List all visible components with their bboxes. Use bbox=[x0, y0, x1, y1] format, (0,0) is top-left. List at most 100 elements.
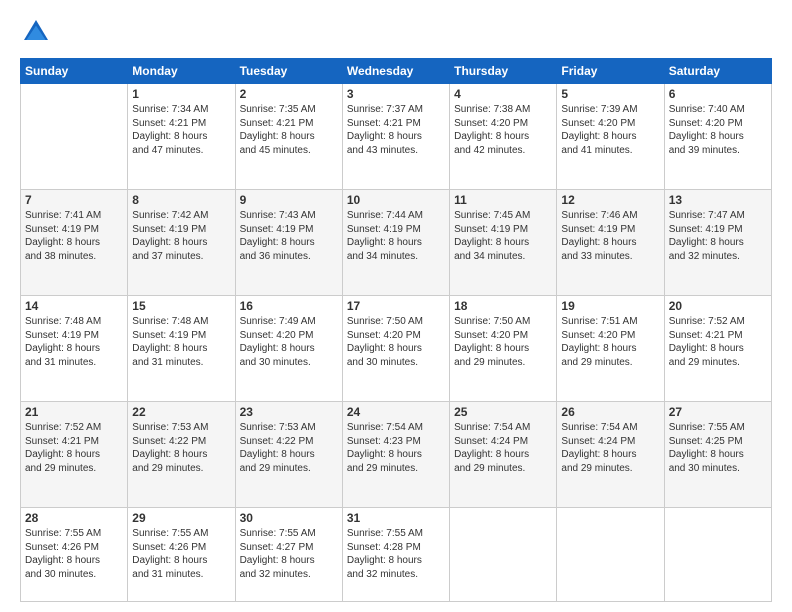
day-number: 12 bbox=[561, 193, 659, 207]
day-number: 7 bbox=[25, 193, 123, 207]
calendar-cell: 6 Sunrise: 7:40 AMSunset: 4:20 PMDaylight… bbox=[664, 84, 771, 190]
day-number: 13 bbox=[669, 193, 767, 207]
calendar-cell bbox=[664, 508, 771, 602]
calendar-cell: 30 Sunrise: 7:55 AMSunset: 4:27 PMDayligh… bbox=[235, 508, 342, 602]
weekday-header-thursday: Thursday bbox=[450, 59, 557, 84]
calendar-cell: 1Sunrise: 7:34 AMSunset: 4:21 PMDaylight… bbox=[128, 84, 235, 190]
day-info: Sunrise: 7:37 AMSunset: 4:21 PMDaylight:… bbox=[347, 103, 445, 157]
day-number: 16 bbox=[240, 299, 338, 313]
day-number: 2 bbox=[240, 87, 338, 101]
day-number: 10 bbox=[347, 193, 445, 207]
day-number: 8 bbox=[132, 193, 230, 207]
weekday-header-wednesday: Wednesday bbox=[342, 59, 449, 84]
day-info: Sunrise: 7:54 AMSunset: 4:24 PMDaylight:… bbox=[454, 421, 552, 475]
calendar-cell bbox=[21, 84, 128, 190]
weekday-header-friday: Friday bbox=[557, 59, 664, 84]
calendar-cell: 3 Sunrise: 7:37 AMSunset: 4:21 PMDaylight… bbox=[342, 84, 449, 190]
day-info: Sunrise: 7:39 AMSunset: 4:20 PMDaylight:… bbox=[561, 103, 659, 157]
week-row-5: 28 Sunrise: 7:55 AMSunset: 4:26 PMDayligh… bbox=[21, 508, 772, 602]
day-number: 24 bbox=[347, 405, 445, 419]
day-number: 25 bbox=[454, 405, 552, 419]
calendar-cell: 23Sunrise: 7:53 AMSunset: 4:22 PMDayligh… bbox=[235, 402, 342, 508]
day-info: Sunrise: 7:55 AMSunset: 4:27 PMDaylight:… bbox=[240, 527, 338, 581]
day-info: Sunrise: 7:55 AMSunset: 4:28 PMDaylight:… bbox=[347, 527, 445, 581]
calendar-cell: 17 Sunrise: 7:50 AMSunset: 4:20 PMDayligh… bbox=[342, 296, 449, 402]
calendar-cell: 29Sunrise: 7:55 AMSunset: 4:26 PMDayligh… bbox=[128, 508, 235, 602]
day-number: 15 bbox=[132, 299, 230, 313]
header bbox=[20, 16, 772, 48]
calendar-cell: 15 Sunrise: 7:48 AMSunset: 4:19 PMDayligh… bbox=[128, 296, 235, 402]
calendar-cell: 31 Sunrise: 7:55 AMSunset: 4:28 PMDayligh… bbox=[342, 508, 449, 602]
calendar-cell: 8 Sunrise: 7:42 AMSunset: 4:19 PMDaylight… bbox=[128, 190, 235, 296]
day-number: 28 bbox=[25, 511, 123, 525]
week-row-2: 7Sunrise: 7:41 AMSunset: 4:19 PMDaylight… bbox=[21, 190, 772, 296]
day-info: Sunrise: 7:47 AMSunset: 4:19 PMDaylight:… bbox=[669, 209, 767, 263]
day-info: Sunrise: 7:55 AMSunset: 4:26 PMDaylight:… bbox=[25, 527, 123, 581]
day-info: Sunrise: 7:48 AMSunset: 4:19 PMDaylight:… bbox=[25, 315, 123, 369]
day-info: Sunrise: 7:40 AMSunset: 4:20 PMDaylight:… bbox=[669, 103, 767, 157]
day-number: 31 bbox=[347, 511, 445, 525]
day-info: Sunrise: 7:52 AMSunset: 4:21 PMDaylight:… bbox=[25, 421, 123, 475]
day-number: 17 bbox=[347, 299, 445, 313]
calendar-cell: 4 Sunrise: 7:38 AMSunset: 4:20 PMDaylight… bbox=[450, 84, 557, 190]
weekday-header-sunday: Sunday bbox=[21, 59, 128, 84]
day-info: Sunrise: 7:50 AMSunset: 4:20 PMDaylight:… bbox=[347, 315, 445, 369]
calendar-cell: 11 Sunrise: 7:45 AMSunset: 4:19 PMDayligh… bbox=[450, 190, 557, 296]
day-info: Sunrise: 7:49 AMSunset: 4:20 PMDaylight:… bbox=[240, 315, 338, 369]
day-info: Sunrise: 7:43 AMSunset: 4:19 PMDaylight:… bbox=[240, 209, 338, 263]
day-info: Sunrise: 7:38 AMSunset: 4:20 PMDaylight:… bbox=[454, 103, 552, 157]
day-number: 22 bbox=[132, 405, 230, 419]
calendar-cell: 12 Sunrise: 7:46 AMSunset: 4:19 PMDayligh… bbox=[557, 190, 664, 296]
page: SundayMondayTuesdayWednesdayThursdayFrid… bbox=[0, 0, 792, 612]
day-info: Sunrise: 7:53 AMSunset: 4:22 PMDaylight:… bbox=[132, 421, 230, 475]
calendar-cell: 7Sunrise: 7:41 AMSunset: 4:19 PMDaylight… bbox=[21, 190, 128, 296]
logo-icon bbox=[20, 16, 52, 48]
calendar-cell: 22 Sunrise: 7:53 AMSunset: 4:22 PMDayligh… bbox=[128, 402, 235, 508]
calendar-cell: 26Sunrise: 7:54 AMSunset: 4:24 PMDayligh… bbox=[557, 402, 664, 508]
calendar-cell: 25 Sunrise: 7:54 AMSunset: 4:24 PMDayligh… bbox=[450, 402, 557, 508]
calendar-cell: 21 Sunrise: 7:52 AMSunset: 4:21 PMDayligh… bbox=[21, 402, 128, 508]
weekday-header-saturday: Saturday bbox=[664, 59, 771, 84]
logo bbox=[20, 16, 56, 48]
day-info: Sunrise: 7:52 AMSunset: 4:21 PMDaylight:… bbox=[669, 315, 767, 369]
day-number: 3 bbox=[347, 87, 445, 101]
day-number: 27 bbox=[669, 405, 767, 419]
calendar-cell: 2Sunrise: 7:35 AMSunset: 4:21 PMDaylight… bbox=[235, 84, 342, 190]
week-row-4: 21 Sunrise: 7:52 AMSunset: 4:21 PMDayligh… bbox=[21, 402, 772, 508]
calendar-cell: 10 Sunrise: 7:44 AMSunset: 4:19 PMDayligh… bbox=[342, 190, 449, 296]
weekday-header-row: SundayMondayTuesdayWednesdayThursdayFrid… bbox=[21, 59, 772, 84]
week-row-1: 1Sunrise: 7:34 AMSunset: 4:21 PMDaylight… bbox=[21, 84, 772, 190]
day-info: Sunrise: 7:54 AMSunset: 4:24 PMDaylight:… bbox=[561, 421, 659, 475]
calendar-cell: 20Sunrise: 7:52 AMSunset: 4:21 PMDayligh… bbox=[664, 296, 771, 402]
day-info: Sunrise: 7:48 AMSunset: 4:19 PMDaylight:… bbox=[132, 315, 230, 369]
calendar-cell: 28 Sunrise: 7:55 AMSunset: 4:26 PMDayligh… bbox=[21, 508, 128, 602]
calendar-cell: 5 Sunrise: 7:39 AMSunset: 4:20 PMDaylight… bbox=[557, 84, 664, 190]
day-number: 4 bbox=[454, 87, 552, 101]
day-info: Sunrise: 7:46 AMSunset: 4:19 PMDaylight:… bbox=[561, 209, 659, 263]
day-number: 21 bbox=[25, 405, 123, 419]
day-info: Sunrise: 7:51 AMSunset: 4:20 PMDaylight:… bbox=[561, 315, 659, 369]
day-info: Sunrise: 7:53 AMSunset: 4:22 PMDaylight:… bbox=[240, 421, 338, 475]
day-info: Sunrise: 7:44 AMSunset: 4:19 PMDaylight:… bbox=[347, 209, 445, 263]
calendar-table: SundayMondayTuesdayWednesdayThursdayFrid… bbox=[20, 58, 772, 602]
calendar-cell bbox=[557, 508, 664, 602]
weekday-header-monday: Monday bbox=[128, 59, 235, 84]
calendar-cell: 16 Sunrise: 7:49 AMSunset: 4:20 PMDayligh… bbox=[235, 296, 342, 402]
calendar-cell: 9 Sunrise: 7:43 AMSunset: 4:19 PMDaylight… bbox=[235, 190, 342, 296]
day-number: 9 bbox=[240, 193, 338, 207]
day-info: Sunrise: 7:45 AMSunset: 4:19 PMDaylight:… bbox=[454, 209, 552, 263]
day-number: 5 bbox=[561, 87, 659, 101]
calendar-cell: 19 Sunrise: 7:51 AMSunset: 4:20 PMDayligh… bbox=[557, 296, 664, 402]
day-number: 30 bbox=[240, 511, 338, 525]
day-number: 11 bbox=[454, 193, 552, 207]
calendar-cell: 24 Sunrise: 7:54 AMSunset: 4:23 PMDayligh… bbox=[342, 402, 449, 508]
calendar-cell: 18Sunrise: 7:50 AMSunset: 4:20 PMDayligh… bbox=[450, 296, 557, 402]
calendar-cell bbox=[450, 508, 557, 602]
day-number: 19 bbox=[561, 299, 659, 313]
day-info: Sunrise: 7:54 AMSunset: 4:23 PMDaylight:… bbox=[347, 421, 445, 475]
weekday-header-tuesday: Tuesday bbox=[235, 59, 342, 84]
day-number: 6 bbox=[669, 87, 767, 101]
day-number: 14 bbox=[25, 299, 123, 313]
day-number: 18 bbox=[454, 299, 552, 313]
day-info: Sunrise: 7:42 AMSunset: 4:19 PMDaylight:… bbox=[132, 209, 230, 263]
